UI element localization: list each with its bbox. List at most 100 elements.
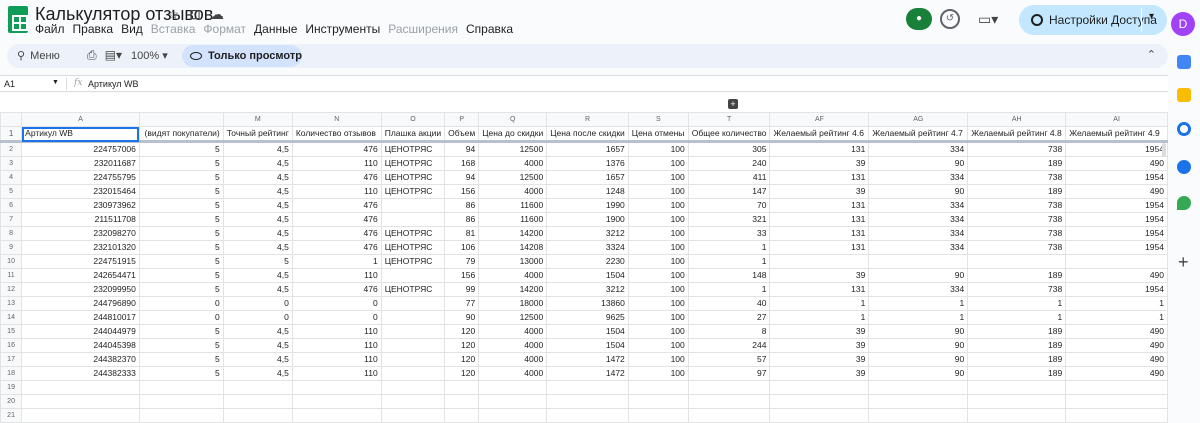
table-cell[interactable]: 100 xyxy=(627,254,689,269)
table-cell[interactable]: 77 xyxy=(444,296,480,311)
table-cell[interactable]: 156 xyxy=(444,184,480,199)
table-cell[interactable] xyxy=(627,394,689,409)
header-cell[interactable]: Желаемый рейтинг 4.9 xyxy=(1065,126,1168,143)
column-header[interactable]: P xyxy=(444,112,480,127)
table-cell[interactable]: 738 xyxy=(967,170,1067,185)
table-cell[interactable]: 5 xyxy=(138,170,224,185)
table-cell[interactable]: 86 xyxy=(444,198,480,213)
table-cell[interactable] xyxy=(291,408,382,423)
row-number[interactable]: 10 xyxy=(0,254,23,269)
table-cell[interactable]: 1657 xyxy=(546,141,629,157)
table-cell[interactable]: 100 xyxy=(627,240,689,255)
view-only-badge[interactable]: Только просмотр xyxy=(182,45,302,67)
table-cell[interactable]: 224755795 xyxy=(21,170,140,185)
star-icon[interactable]: ☆ xyxy=(165,6,181,23)
table-cell[interactable]: 0 xyxy=(222,310,293,325)
table-cell[interactable]: ЦЕНОТРЯС xyxy=(380,240,446,255)
table-cell[interactable]: ЦЕНОТРЯС xyxy=(380,226,446,241)
table-cell[interactable] xyxy=(380,408,446,423)
table-cell[interactable]: 5 xyxy=(138,156,224,171)
table-cell[interactable]: 12500 xyxy=(478,141,548,157)
table-cell[interactable]: 100 xyxy=(627,268,689,283)
table-cell[interactable]: 738 xyxy=(967,198,1067,213)
table-cell[interactable]: 4,5 xyxy=(222,268,293,283)
table-cell[interactable]: 4000 xyxy=(478,366,548,381)
table-cell[interactable]: 11600 xyxy=(478,198,548,213)
table-cell[interactable]: 120 xyxy=(444,352,480,367)
table-cell[interactable] xyxy=(868,254,969,269)
share-button[interactable]: Настройки Доступа ▾ xyxy=(1019,5,1167,35)
table-cell[interactable]: 230973962 xyxy=(21,198,140,213)
header-cell[interactable]: Желаемый рейтинг 4.7 xyxy=(868,126,969,143)
table-cell[interactable]: 100 xyxy=(627,296,689,311)
header-cell[interactable]: Желаемый рейтинг 4.8 xyxy=(967,126,1067,143)
column-header[interactable]: N xyxy=(291,112,382,127)
table-cell[interactable] xyxy=(222,394,293,409)
table-cell[interactable]: 189 xyxy=(967,352,1067,367)
column-header[interactable]: AH xyxy=(967,112,1067,127)
column-header[interactable]: AF xyxy=(769,112,870,127)
table-cell[interactable]: 110 xyxy=(291,268,382,283)
table-cell[interactable]: 4,5 xyxy=(222,226,293,241)
table-cell[interactable]: 244796890 xyxy=(21,296,140,311)
table-cell[interactable]: 100 xyxy=(627,310,689,325)
table-cell[interactable]: 5 xyxy=(138,226,224,241)
table-cell[interactable] xyxy=(21,380,140,395)
table-cell[interactable] xyxy=(769,408,870,423)
column-header[interactable]: M xyxy=(222,112,293,127)
table-cell[interactable] xyxy=(291,394,382,409)
table-cell[interactable]: 90 xyxy=(868,352,969,367)
table-cell[interactable]: 189 xyxy=(967,324,1067,339)
table-cell[interactable]: 100 xyxy=(627,226,689,241)
table-cell[interactable]: 3324 xyxy=(546,240,629,255)
table-cell[interactable] xyxy=(627,380,689,395)
table-cell[interactable]: 244044979 xyxy=(21,324,140,339)
table-cell[interactable]: 106 xyxy=(444,240,480,255)
table-cell[interactable]: 305 xyxy=(687,141,771,157)
table-cell[interactable]: 4,5 xyxy=(222,352,293,367)
table-cell[interactable]: 232098270 xyxy=(21,226,140,241)
table-cell[interactable]: 110 xyxy=(291,366,382,381)
table-cell[interactable]: 8 xyxy=(687,324,771,339)
header-cell[interactable]: Плашка акции xyxy=(380,126,446,143)
row-number[interactable]: 16 xyxy=(0,338,23,353)
table-cell[interactable] xyxy=(21,394,140,409)
table-cell[interactable]: 11600 xyxy=(478,212,548,227)
row-number[interactable]: 17 xyxy=(0,352,23,367)
header-cell[interactable]: Цена до скидки xyxy=(478,126,548,143)
table-cell[interactable]: 12500 xyxy=(478,170,548,185)
vertical-scrollbar[interactable] xyxy=(1162,143,1166,157)
table-cell[interactable]: 1 xyxy=(769,296,870,311)
cloud-status-icon[interactable]: ☁ xyxy=(209,6,225,23)
table-cell[interactable] xyxy=(868,408,969,423)
table-cell[interactable]: 90 xyxy=(868,156,969,171)
table-cell[interactable]: 232015464 xyxy=(21,184,140,199)
table-cell[interactable]: 94 xyxy=(444,141,480,157)
table-cell[interactable]: 4,5 xyxy=(222,282,293,297)
table-cell[interactable] xyxy=(380,198,446,213)
table-cell[interactable]: 97 xyxy=(687,366,771,381)
table-cell[interactable]: 1 xyxy=(687,254,771,269)
table-cell[interactable]: 3212 xyxy=(546,226,629,241)
table-cell[interactable]: 490 xyxy=(1065,324,1168,339)
table-cell[interactable] xyxy=(380,366,446,381)
table-cell[interactable]: 1 xyxy=(291,254,382,269)
table-cell[interactable]: 100 xyxy=(627,212,689,227)
table-cell[interactable]: 0 xyxy=(291,310,382,325)
table-cell[interactable]: 232101320 xyxy=(21,240,140,255)
table-cell[interactable]: 99 xyxy=(444,282,480,297)
table-cell[interactable] xyxy=(687,394,771,409)
table-cell[interactable]: 490 xyxy=(1065,338,1168,353)
table-cell[interactable]: 244045398 xyxy=(21,338,140,353)
row-number[interactable]: 11 xyxy=(0,268,23,283)
table-cell[interactable] xyxy=(1065,394,1168,409)
table-cell[interactable] xyxy=(380,352,446,367)
table-cell[interactable]: 0 xyxy=(291,296,382,311)
column-header[interactable]: O xyxy=(380,112,446,127)
row-number[interactable]: 12 xyxy=(0,282,23,297)
table-cell[interactable]: 5 xyxy=(138,338,224,353)
table-cell[interactable]: 232011687 xyxy=(21,156,140,171)
table-cell[interactable]: 240 xyxy=(687,156,771,171)
table-cell[interactable]: 4000 xyxy=(478,268,548,283)
table-cell[interactable]: 244810017 xyxy=(21,310,140,325)
